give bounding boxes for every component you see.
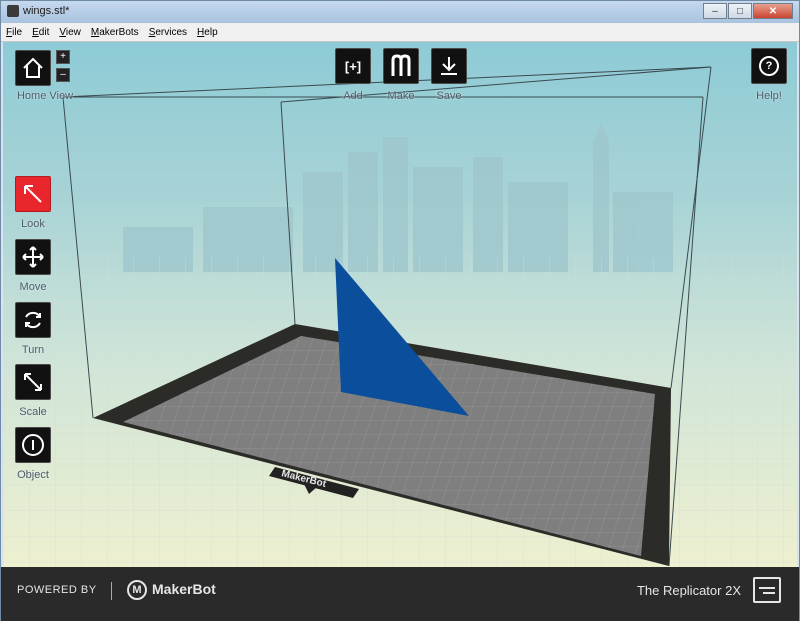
move-arrows-icon — [22, 246, 44, 268]
look-arrow-icon — [24, 185, 42, 203]
printer-connection-icon[interactable] — [753, 577, 781, 603]
tool-object-button[interactable] — [15, 427, 51, 463]
city-skyline — [123, 122, 673, 272]
tool-look-button[interactable] — [15, 176, 51, 212]
save-button[interactable] — [431, 48, 467, 84]
printer-name[interactable]: The Replicator 2X — [637, 583, 741, 598]
menu-bar: File Edit View MakerBots Services Help — [1, 23, 799, 42]
window-title: wings.stl* — [23, 5, 70, 17]
tool-move-label: Move — [19, 281, 47, 293]
menu-edit[interactable]: Edit — [27, 27, 54, 38]
tool-scale-label: Scale — [19, 406, 47, 418]
tool-look-label: Look — [21, 218, 45, 230]
save-label: Save — [436, 90, 462, 102]
tool-turn-label: Turn — [21, 344, 45, 356]
add-button[interactable]: [+] — [335, 48, 371, 84]
make-button[interactable] — [383, 48, 419, 84]
menu-view[interactable]: View — [54, 27, 86, 38]
zoom-out-button[interactable]: – — [56, 68, 70, 82]
help-icon: ? — [759, 56, 779, 76]
tool-move-button[interactable] — [15, 239, 51, 275]
title-bar: wings.stl* – □ ✕ — [1, 1, 799, 23]
menu-help[interactable]: Help — [192, 27, 223, 38]
scale-arrows-icon — [24, 373, 42, 391]
close-button[interactable]: ✕ — [753, 3, 793, 19]
tool-turn-button[interactable] — [15, 302, 51, 338]
minimize-button[interactable]: – — [703, 3, 727, 19]
app-icon — [7, 5, 19, 17]
help-label: Help! — [756, 90, 782, 102]
3d-viewport[interactable]: MakerBot + – Home View [+] Add Make Save… — [3, 42, 797, 568]
rotate-icon — [25, 311, 41, 329]
home-view-button[interactable] — [15, 50, 51, 86]
makerbot-logo-icon: M — [127, 580, 147, 600]
zoom-in-button[interactable]: + — [56, 50, 70, 64]
maximize-button[interactable]: □ — [728, 3, 752, 19]
download-icon — [441, 57, 457, 75]
footer-brand: MakerBot — [152, 581, 216, 597]
menu-services[interactable]: Services — [144, 27, 192, 38]
menu-makerbots[interactable]: MakerBots — [86, 27, 144, 38]
info-icon — [22, 434, 44, 456]
scene-canvas: MakerBot — [3, 66, 797, 568]
tool-scale-button[interactable] — [15, 364, 51, 400]
menu-file[interactable]: File — [1, 27, 27, 38]
app-window: wings.stl* – □ ✕ File Edit View MakerBot… — [0, 0, 800, 621]
tool-object-label: Object — [17, 469, 49, 481]
home-view-label: Home View — [16, 90, 74, 102]
help-button[interactable]: ? — [751, 48, 787, 84]
footer-divider — [111, 582, 112, 600]
add-icon: [+] — [344, 58, 362, 74]
footer-bar: POWERED BY M MakerBot The Replicator 2X — [1, 567, 799, 621]
makerbot-m-icon — [391, 54, 411, 76]
powered-by-text: POWERED BY — [17, 584, 97, 596]
home-icon — [23, 57, 43, 78]
window-controls: – □ ✕ — [703, 3, 793, 19]
